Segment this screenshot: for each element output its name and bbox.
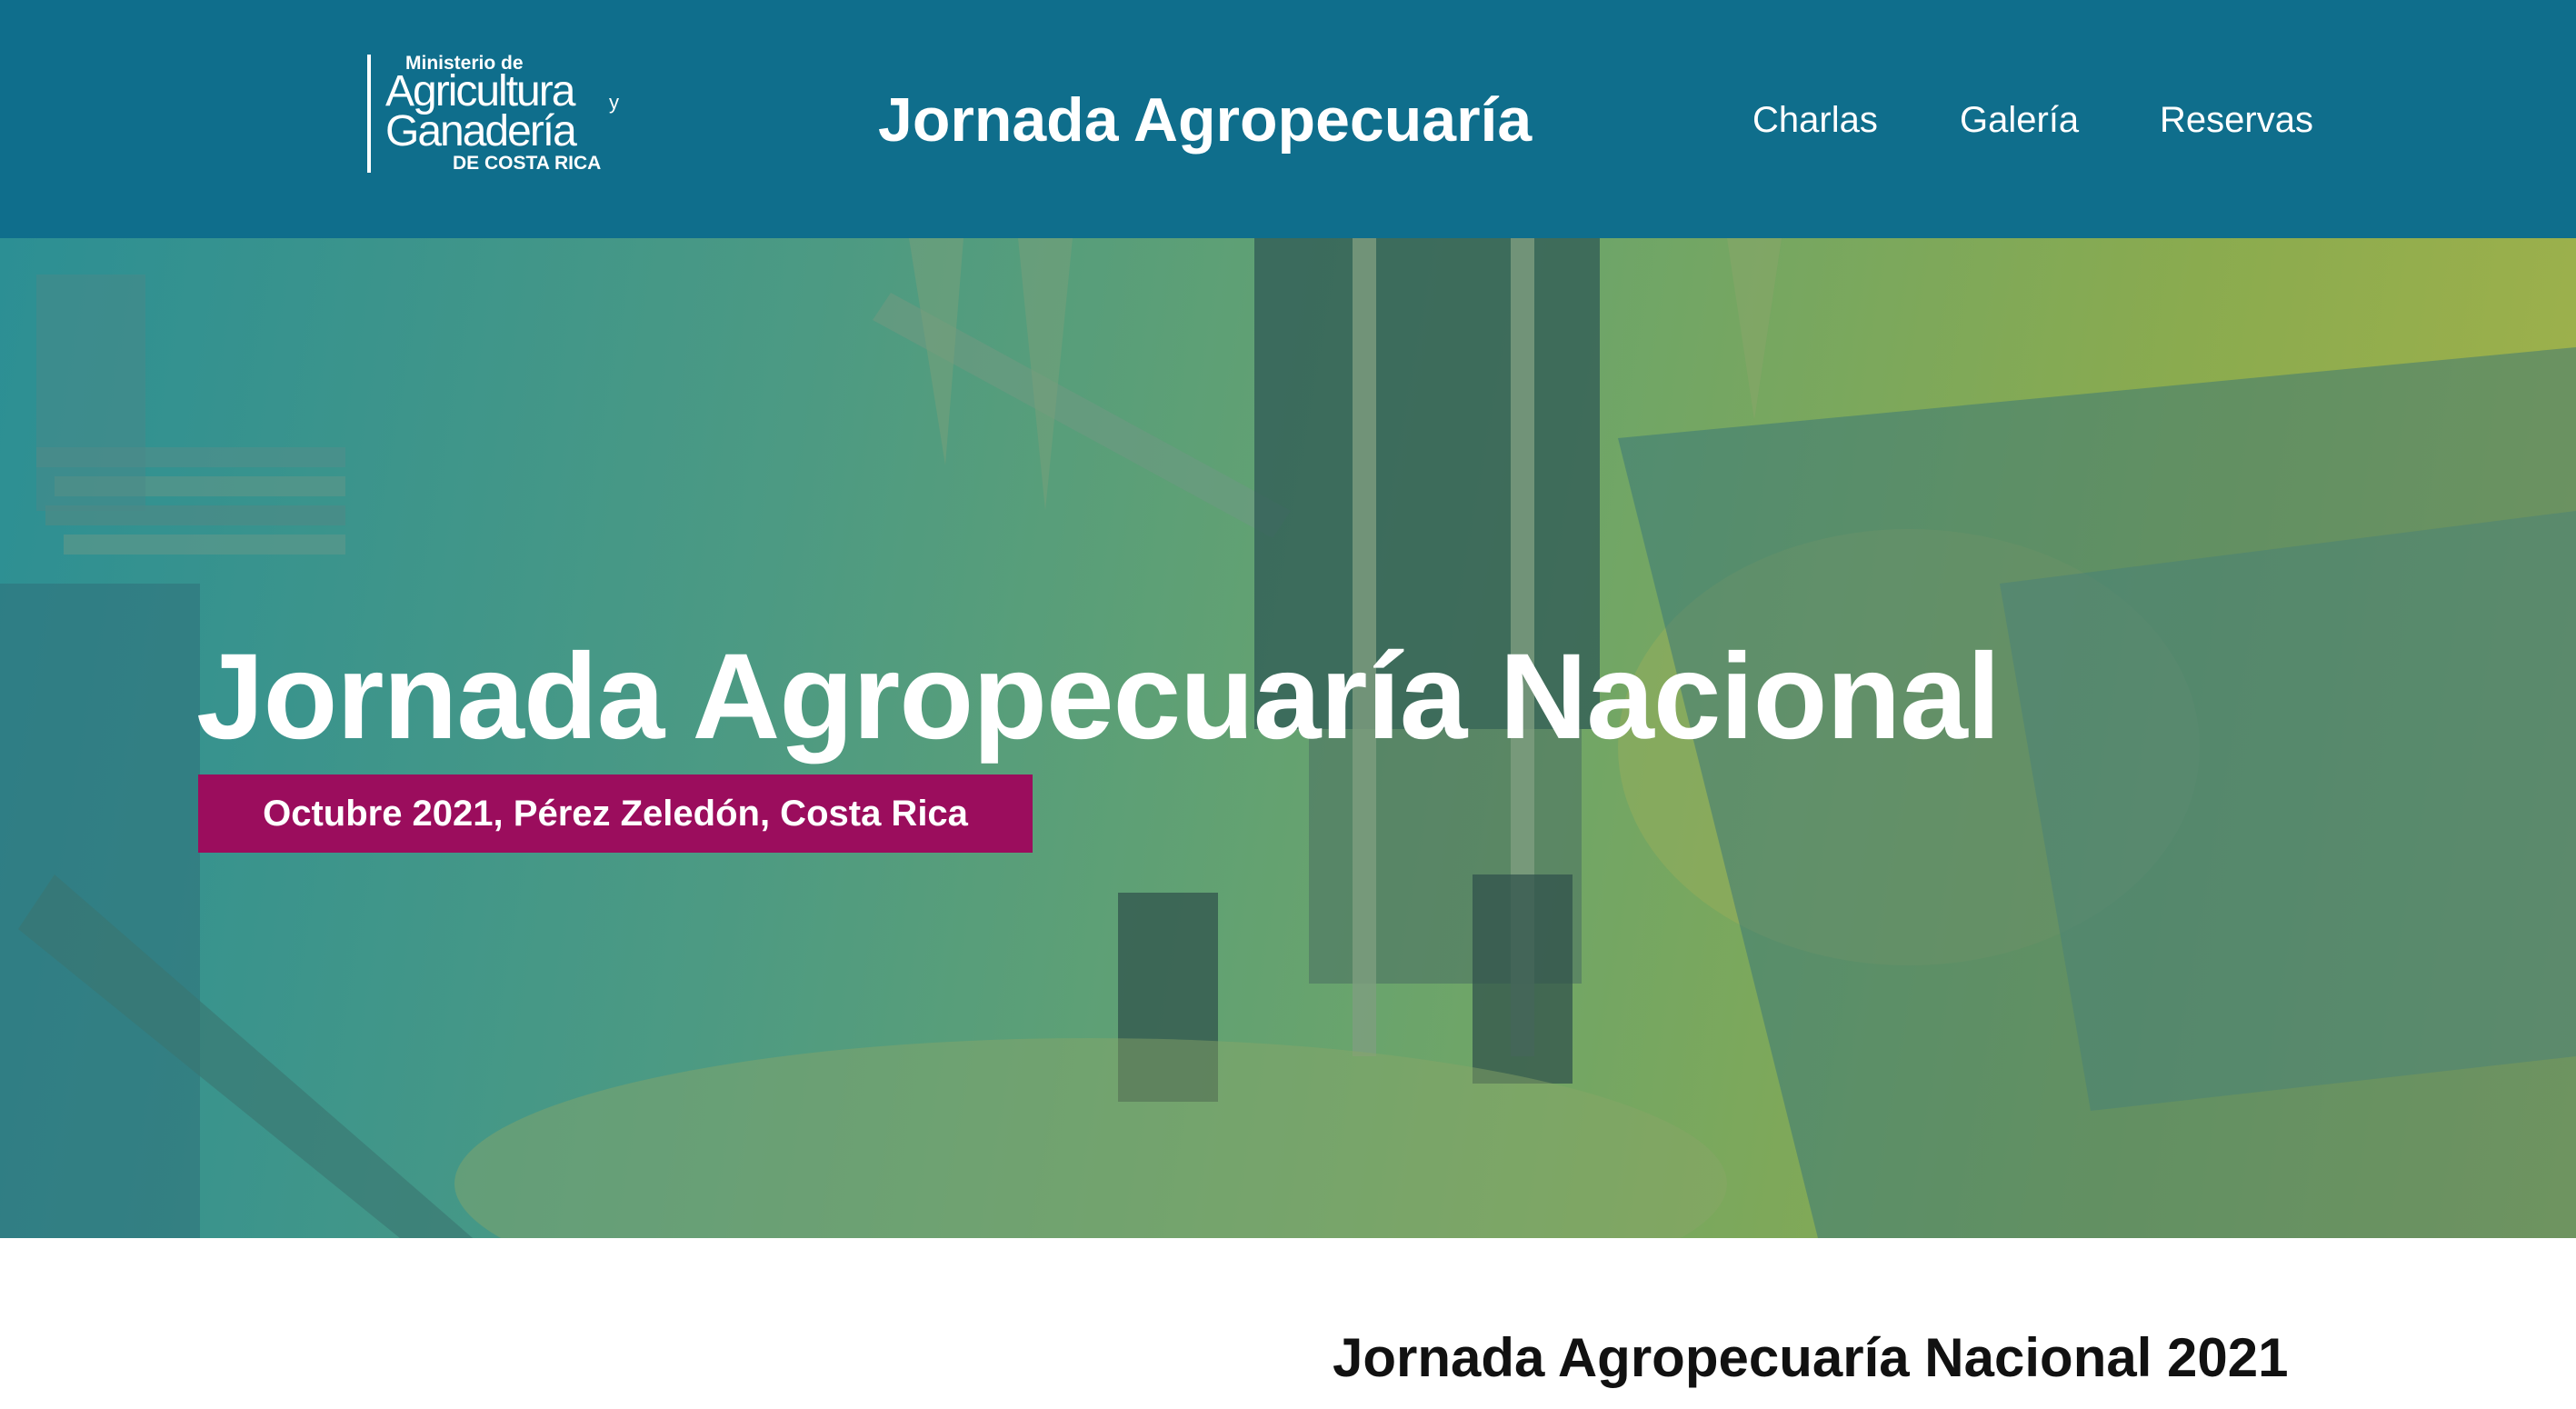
site-title[interactable]: Jornada Agropecuaría [878,84,1532,156]
hero-title: Jornada Agropecuaría Nacional [196,629,2001,764]
nav-link-galeria[interactable]: Galería [1960,95,2079,145]
ministry-logo[interactable]: Ministerio de Agricultura y Ganadería DE… [367,51,640,178]
logo-line-ganaderia: Ganadería [385,107,577,155]
event-date-location-badge: Octubre 2021, Pérez Zeledón, Costa Rica [198,774,1033,853]
logo-line-y: y [609,91,619,114]
section-heading: Jornada Agropecuaría Nacional 2021 [1333,1327,2289,1388]
nav-link-reservas[interactable]: Reservas [2160,95,2313,145]
logo-line-costa-rica: DE COSTA RICA [453,153,602,174]
logo-divider [367,55,371,173]
hero-banner: Jornada Agropecuaría Nacional Octubre 20… [0,238,2576,1238]
site-header: Ministerio de Agricultura y Ganadería DE… [0,0,2576,238]
nav-link-charlas[interactable]: Charlas [1752,95,1878,145]
